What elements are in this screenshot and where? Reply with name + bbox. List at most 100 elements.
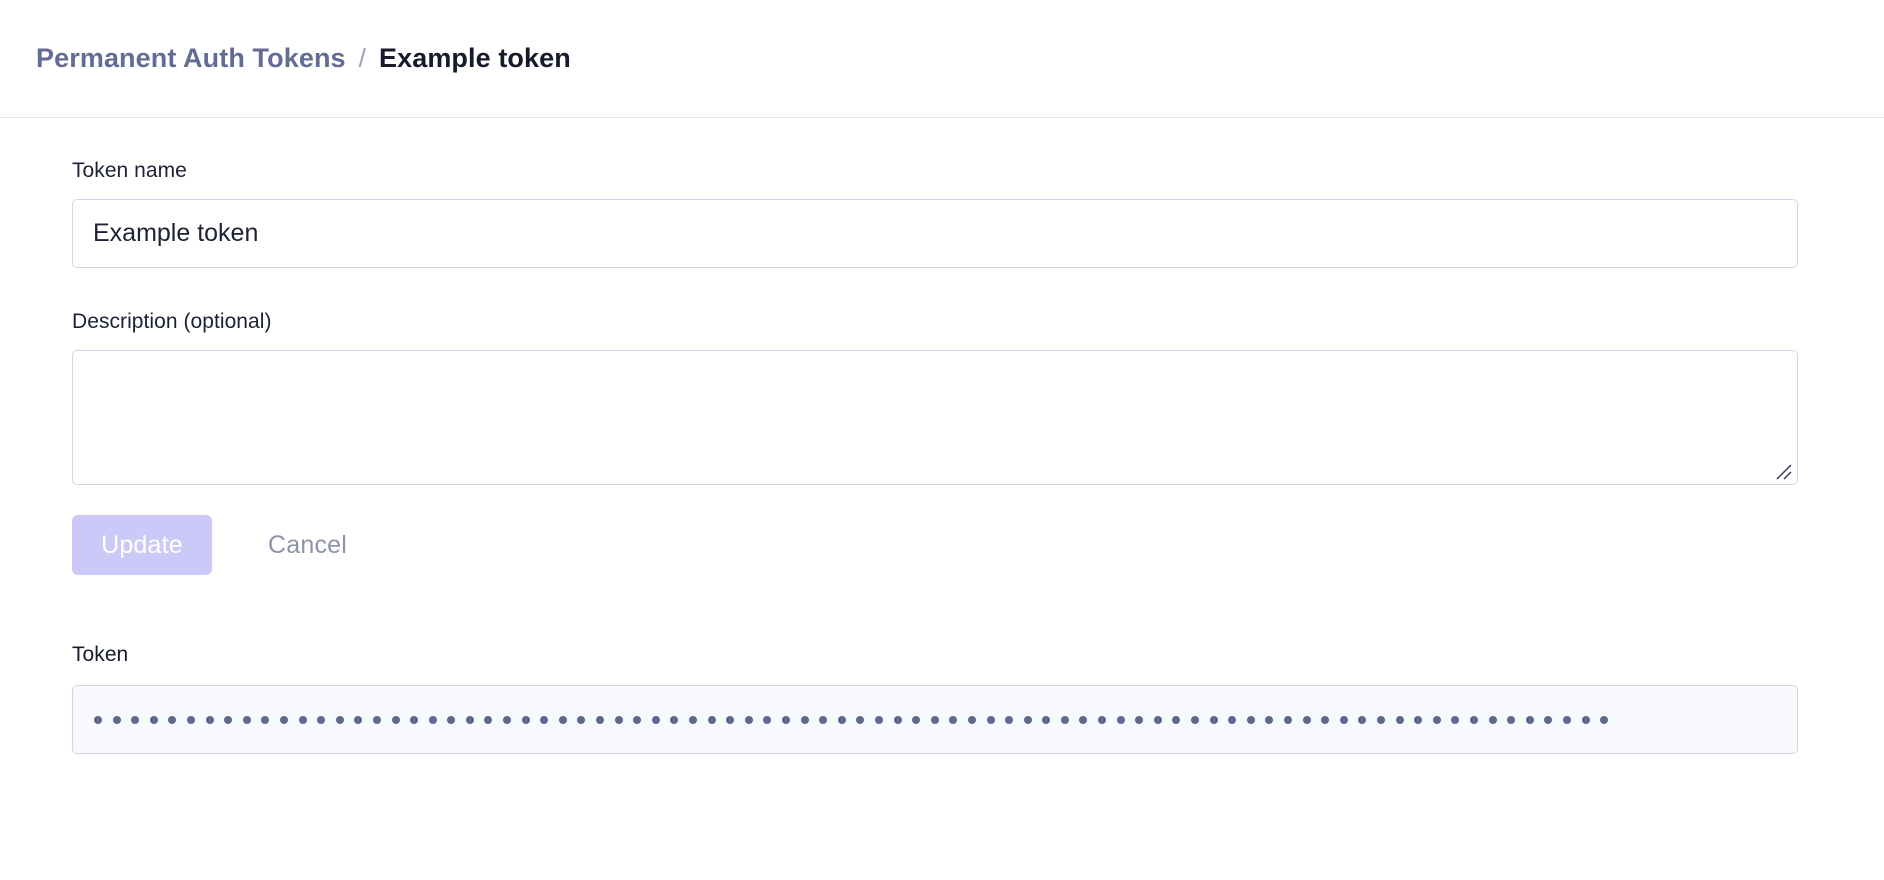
token-value-field[interactable] — [72, 685, 1798, 754]
breadcrumb-separator: / — [358, 43, 366, 73]
cancel-button[interactable]: Cancel — [260, 531, 355, 560]
token-mask-dot — [1079, 715, 1088, 724]
token-mask-dot — [596, 715, 605, 724]
token-mask-dot — [1451, 715, 1460, 724]
token-mask-dot — [893, 715, 902, 724]
token-mask-dot — [689, 715, 697, 724]
token-mask-dot — [912, 715, 921, 724]
token-mask-dot — [279, 715, 288, 724]
token-mask-dot — [335, 715, 344, 724]
token-mask-dot — [1414, 715, 1423, 724]
token-mask-dot — [781, 715, 790, 724]
token-mask-dot — [186, 715, 195, 724]
token-mask-dot — [112, 715, 121, 724]
token-mask-dot — [1209, 715, 1218, 724]
token-mask-dot — [224, 715, 233, 724]
token-mask-dot — [763, 715, 772, 724]
token-mask-dot — [540, 715, 549, 724]
token-mask-dot — [1284, 715, 1292, 724]
token-mask-dot — [1042, 715, 1051, 724]
token-mask-dot — [168, 715, 177, 724]
token-mask-dot — [503, 715, 512, 724]
token-mask-dot — [1191, 715, 1200, 724]
token-mask-dot — [1098, 715, 1107, 724]
token-mask-dot — [1488, 715, 1497, 724]
token-mask-dot — [819, 715, 828, 724]
token-mask-dot — [1339, 715, 1348, 724]
token-mask-dot — [1432, 715, 1441, 724]
breadcrumb-link-permanent-auth-tokens[interactable]: Permanent Auth Tokens — [36, 43, 346, 74]
token-mask-dot — [391, 715, 400, 724]
token-mask-dot — [428, 715, 437, 724]
token-detail-page: Permanent Auth Tokens / Example token To… — [0, 0, 1884, 880]
token-mask-dot — [242, 715, 251, 724]
page-body: Token name Description (optional) Update… — [0, 159, 1884, 754]
token-mask-dot — [670, 715, 679, 724]
token-mask-dot — [1507, 715, 1516, 724]
token-mask-dot — [1600, 715, 1609, 724]
token-mask-dot — [726, 715, 735, 724]
token-masked-dots — [94, 715, 1609, 724]
token-mask-dot — [744, 715, 753, 724]
token-name-input[interactable] — [72, 199, 1798, 268]
token-mask-dot — [930, 715, 939, 724]
token-mask-dot — [1265, 715, 1274, 724]
token-mask-dot — [317, 715, 326, 724]
token-mask-dot — [633, 715, 642, 724]
token-mask-dot — [1525, 715, 1534, 724]
token-mask-dot — [1246, 715, 1255, 724]
description-label: Description (optional) — [72, 310, 272, 333]
token-mask-dot — [577, 715, 586, 724]
token-mask-dot — [521, 715, 530, 724]
breadcrumb: Permanent Auth Tokens / Example token — [36, 43, 571, 74]
token-mask-dot — [131, 715, 140, 724]
token-mask-dot — [1023, 715, 1032, 724]
token-mask-dot — [1172, 715, 1181, 724]
token-mask-dot — [874, 715, 883, 724]
token-mask-dot — [1469, 715, 1478, 724]
token-mask-dot — [484, 715, 493, 724]
token-mask-dot — [149, 715, 158, 724]
token-mask-dot — [651, 715, 660, 724]
token-mask-dot — [1135, 715, 1144, 724]
token-mask-dot — [558, 715, 567, 724]
token-mask-dot — [1005, 715, 1014, 724]
token-mask-dot — [707, 715, 716, 724]
token-mask-dot — [261, 715, 270, 724]
token-mask-dot — [1228, 715, 1237, 724]
page-header: Permanent Auth Tokens / Example token — [0, 0, 1884, 118]
token-mask-dot — [1581, 715, 1590, 724]
token-mask-dot — [1060, 715, 1069, 724]
token-mask-dot — [986, 715, 995, 724]
token-mask-dot — [465, 715, 474, 724]
description-textarea[interactable] — [72, 350, 1798, 485]
token-mask-dot — [94, 715, 102, 724]
token-mask-dot — [1358, 715, 1367, 724]
token-mask-dot — [1321, 715, 1330, 724]
token-mask-dot — [967, 715, 976, 724]
description-textarea-wrapper — [72, 350, 1798, 485]
token-mask-dot — [856, 715, 865, 724]
token-mask-dot — [354, 715, 363, 724]
token-mask-dot — [1376, 715, 1385, 724]
token-mask-dot — [1153, 715, 1162, 724]
breadcrumb-current-page: Example token — [378, 43, 571, 73]
token-mask-dot — [1116, 715, 1125, 724]
token-label: Token — [72, 643, 129, 666]
token-mask-dot — [1562, 715, 1571, 724]
token-mask-dot — [447, 715, 456, 724]
token-mask-dot — [800, 715, 809, 724]
token-mask-dot — [410, 715, 419, 724]
token-mask-dot — [1302, 715, 1311, 724]
token-mask-dot — [1395, 715, 1404, 724]
token-mask-dot — [614, 715, 623, 724]
token-mask-dot — [949, 715, 958, 724]
token-mask-dot — [298, 715, 307, 724]
token-mask-dot — [205, 715, 214, 724]
token-mask-dot — [372, 715, 381, 724]
token-mask-dot — [837, 715, 846, 724]
token-mask-dot — [1544, 715, 1553, 724]
form-actions: Update Cancel — [72, 515, 1884, 575]
token-name-label: Token name — [72, 159, 187, 182]
update-button[interactable]: Update — [72, 515, 212, 575]
